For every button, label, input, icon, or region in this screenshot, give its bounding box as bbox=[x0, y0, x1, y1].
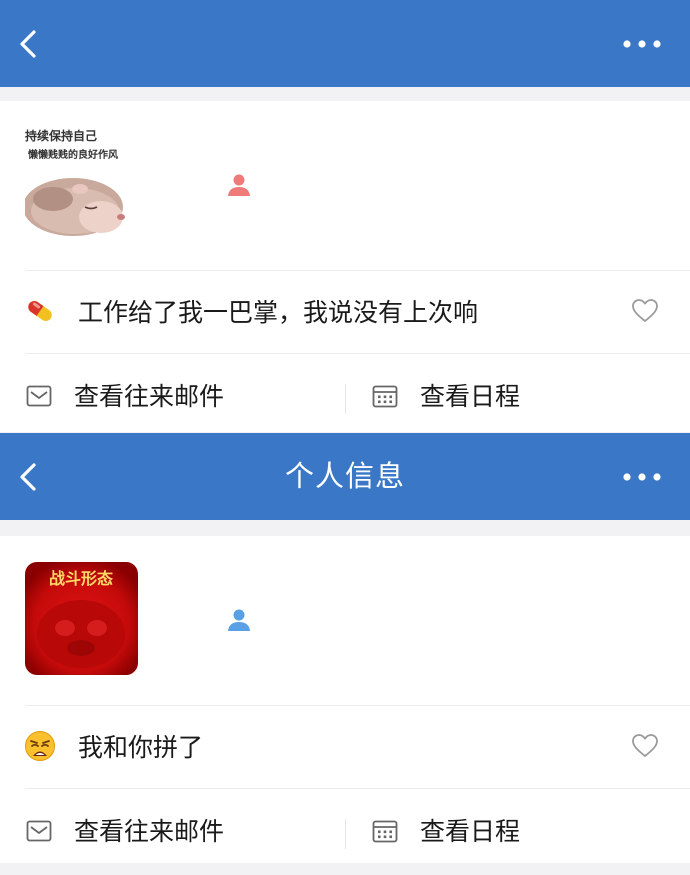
avatar-caption-line1: 持续保持自己 bbox=[25, 128, 97, 143]
status-row: 我和你拼了 bbox=[0, 706, 690, 788]
profile-card: 战斗形态 我和你拼了 查看往来邮件 查看日程 bbox=[0, 536, 690, 863]
contact-icon[interactable] bbox=[226, 172, 252, 198]
envelope-icon[interactable] bbox=[26, 384, 52, 408]
page-title: 个人信息 bbox=[284, 459, 405, 493]
divider bbox=[345, 819, 346, 849]
profile-panel-1: 持续保持自己 懒懒贱贱的良好作风 工作给了我一巴掌，我说没有上次响 查看往来邮件… bbox=[0, 0, 690, 432]
heart-outline-icon[interactable] bbox=[631, 298, 659, 324]
weary-face-icon bbox=[25, 731, 55, 761]
calendar-icon[interactable] bbox=[372, 819, 398, 843]
view-schedule-button[interactable]: 查看日程 bbox=[420, 354, 520, 434]
action-row: 查看往来邮件 查看日程 bbox=[0, 354, 690, 434]
avatar[interactable]: 战斗形态 bbox=[25, 562, 138, 675]
action-row: 查看往来邮件 查看日程 bbox=[0, 789, 690, 869]
status-row: 工作给了我一巴掌，我说没有上次响 bbox=[0, 271, 690, 353]
page-title bbox=[0, 0, 690, 87]
pill-icon bbox=[28, 300, 52, 322]
status-text: 工作给了我一巴掌，我说没有上次响 bbox=[78, 298, 479, 327]
calendar-icon[interactable] bbox=[372, 384, 398, 408]
profile-panel-2: 个人信息 战斗形态 我和你拼了 查看往来邮件 查看日程 bbox=[0, 433, 690, 863]
nav-bar: 个人信息 bbox=[0, 433, 690, 520]
view-schedule-button[interactable]: 查看日程 bbox=[420, 789, 520, 869]
view-mail-button[interactable]: 查看往来邮件 bbox=[74, 354, 224, 434]
more-icon[interactable] bbox=[622, 38, 662, 50]
view-mail-button[interactable]: 查看往来邮件 bbox=[74, 789, 224, 869]
status-text: 我和你拼了 bbox=[78, 733, 204, 762]
contact-icon[interactable] bbox=[226, 607, 252, 633]
heart-outline-icon[interactable] bbox=[631, 733, 659, 759]
nav-bar bbox=[0, 0, 690, 87]
divider bbox=[345, 384, 346, 414]
avatar[interactable]: 持续保持自己 懒懒贱贱的良好作风 bbox=[25, 127, 138, 240]
avatar-caption: 战斗形态 bbox=[49, 569, 113, 588]
avatar-caption-line2: 懒懒贱贱的良好作风 bbox=[28, 148, 118, 161]
envelope-icon[interactable] bbox=[26, 819, 52, 843]
more-icon[interactable] bbox=[622, 471, 662, 483]
profile-card: 持续保持自己 懒懒贱贱的良好作风 工作给了我一巴掌，我说没有上次响 查看往来邮件… bbox=[0, 101, 690, 432]
